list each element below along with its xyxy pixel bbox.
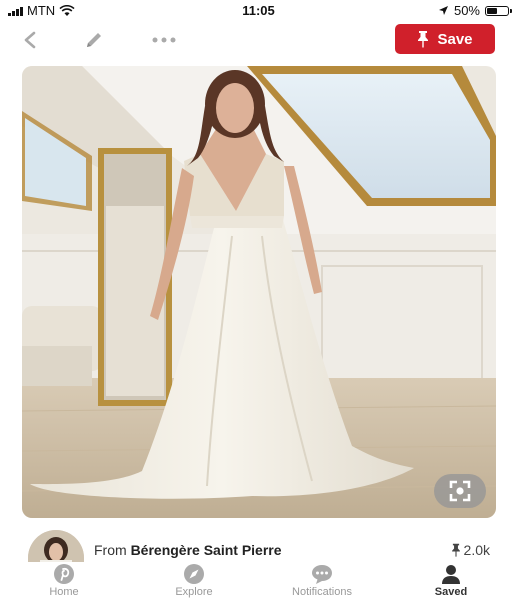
source-prefix: From	[94, 542, 127, 558]
expand-corners-icon	[449, 480, 471, 502]
tab-home-label: Home	[49, 586, 79, 598]
pushpin-icon	[451, 543, 460, 557]
save-count: 2.0k	[451, 542, 490, 558]
save-button-label: Save	[437, 30, 473, 48]
tab-home[interactable]: Home	[16, 562, 112, 598]
chevron-left-icon	[24, 31, 36, 49]
save-count-value: 2.0k	[463, 542, 490, 558]
location-arrow-icon	[438, 6, 448, 15]
back-button[interactable]	[16, 26, 44, 54]
ellipsis-icon	[152, 37, 176, 43]
battery-icon	[485, 5, 512, 16]
visual-search-button[interactable]	[434, 474, 486, 508]
battery-percent: 50%	[453, 3, 480, 18]
pin-toolbar: Save	[0, 22, 517, 58]
source-attribution[interactable]: From Bérengère Saint Pierre	[94, 542, 282, 558]
tab-saved-label: Saved	[434, 586, 468, 598]
pinterest-icon	[54, 564, 74, 584]
wedding-dress-photo	[22, 66, 496, 518]
tab-saved[interactable]: Saved	[403, 562, 499, 598]
compass-icon	[184, 564, 204, 584]
bottom-tab-bar: Home Explore Notifications Saved	[0, 562, 517, 600]
pencil-icon	[87, 33, 101, 47]
tab-notifications-label: Notifications	[292, 586, 352, 598]
tab-explore-label: Explore	[175, 586, 213, 598]
status-bar: MTN 11:05 50%	[0, 0, 517, 20]
more-options-button[interactable]	[150, 26, 178, 54]
edit-button[interactable]	[80, 26, 108, 54]
person-icon	[442, 565, 460, 584]
source-name[interactable]: Bérengère Saint Pierre	[131, 542, 282, 558]
pushpin-icon	[418, 31, 429, 48]
tab-explore[interactable]: Explore	[146, 562, 242, 598]
save-button[interactable]: Save	[395, 24, 495, 54]
tab-notifications[interactable]: Notifications	[274, 562, 370, 598]
pin-image[interactable]	[22, 66, 496, 518]
chat-bubble-icon	[312, 565, 332, 584]
